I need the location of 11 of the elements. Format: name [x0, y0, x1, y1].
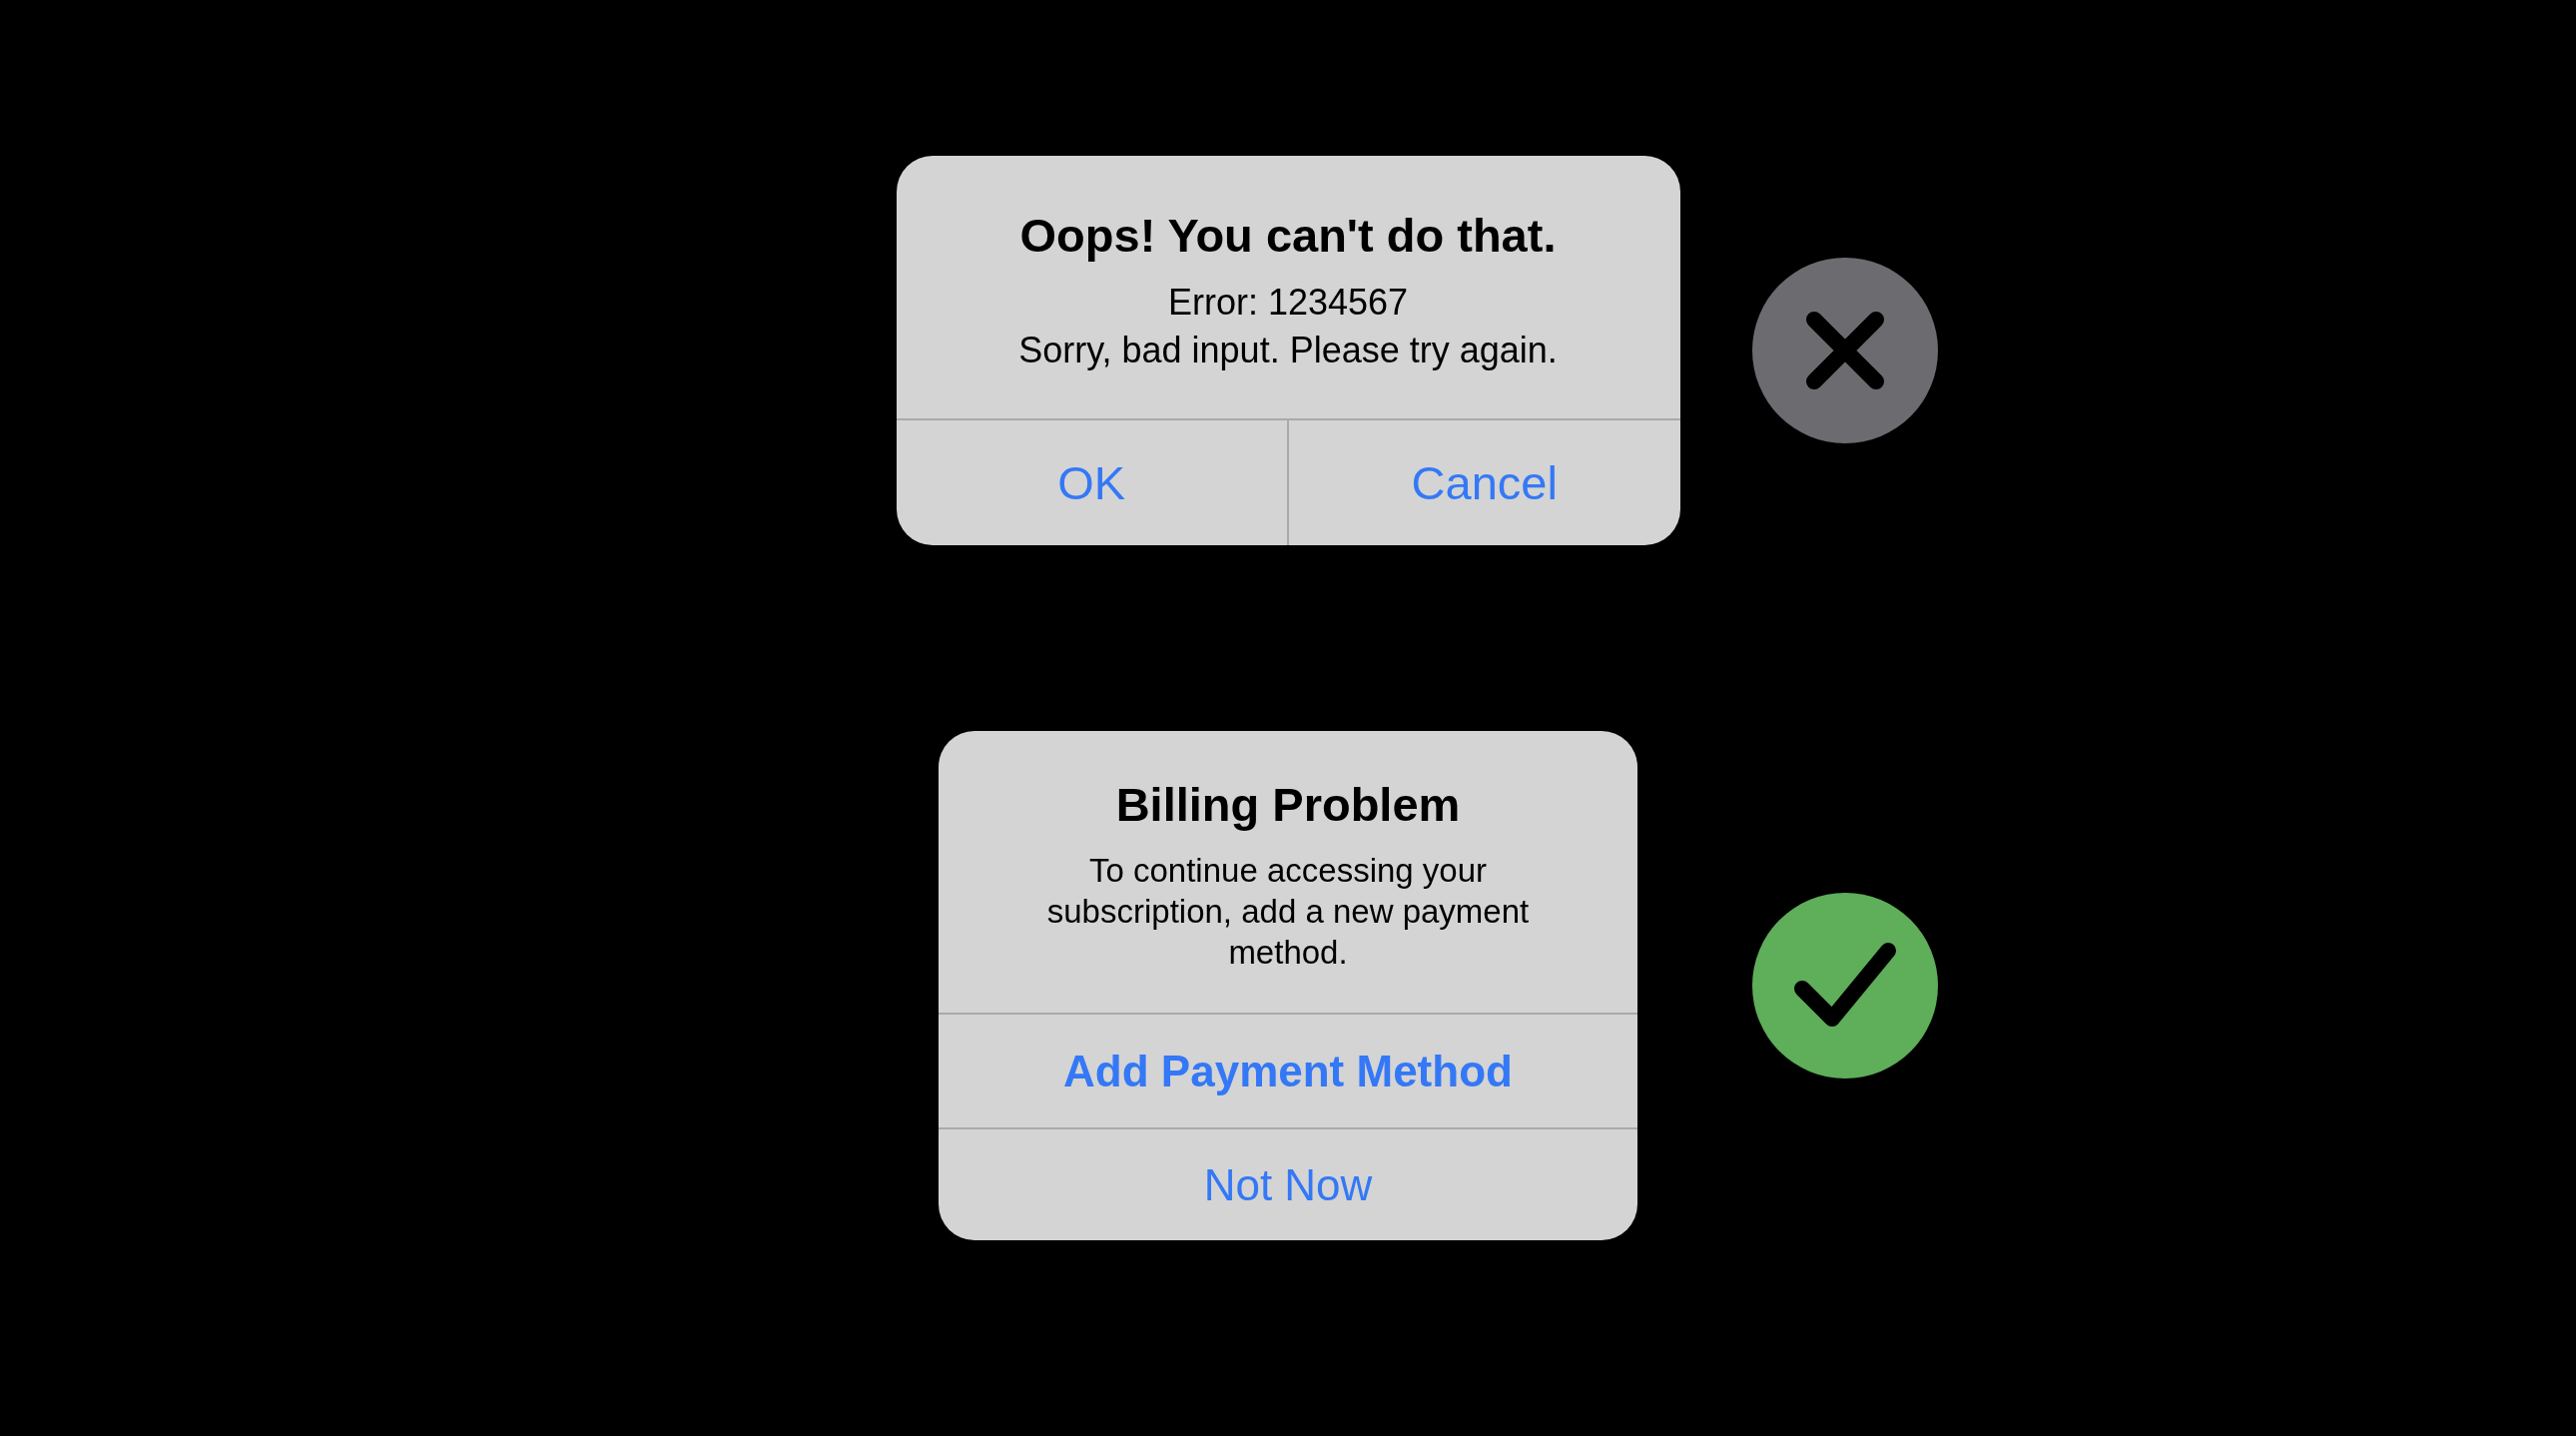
alert-title: Oops! You can't do that. — [1019, 208, 1557, 263]
cross-icon — [1751, 258, 1938, 443]
alert-message: Sorry, bad input. Please try again. — [1018, 329, 1558, 372]
alert-button[interactable]: Not Now — [939, 1127, 1637, 1240]
alert-button[interactable]: Cancel — [1287, 420, 1680, 545]
checkmark-icon — [1751, 893, 1938, 1078]
alert-message: To continue accessing your subscription, add a new payment method. — [1045, 851, 1531, 973]
alert-title: Billing Problem — [1115, 777, 1461, 832]
alert-message: Error: 1234567 — [1167, 281, 1409, 325]
alert-button[interactable]: OK — [896, 420, 1287, 545]
alert-button[interactable]: Add Payment Method — [939, 1015, 1637, 1127]
